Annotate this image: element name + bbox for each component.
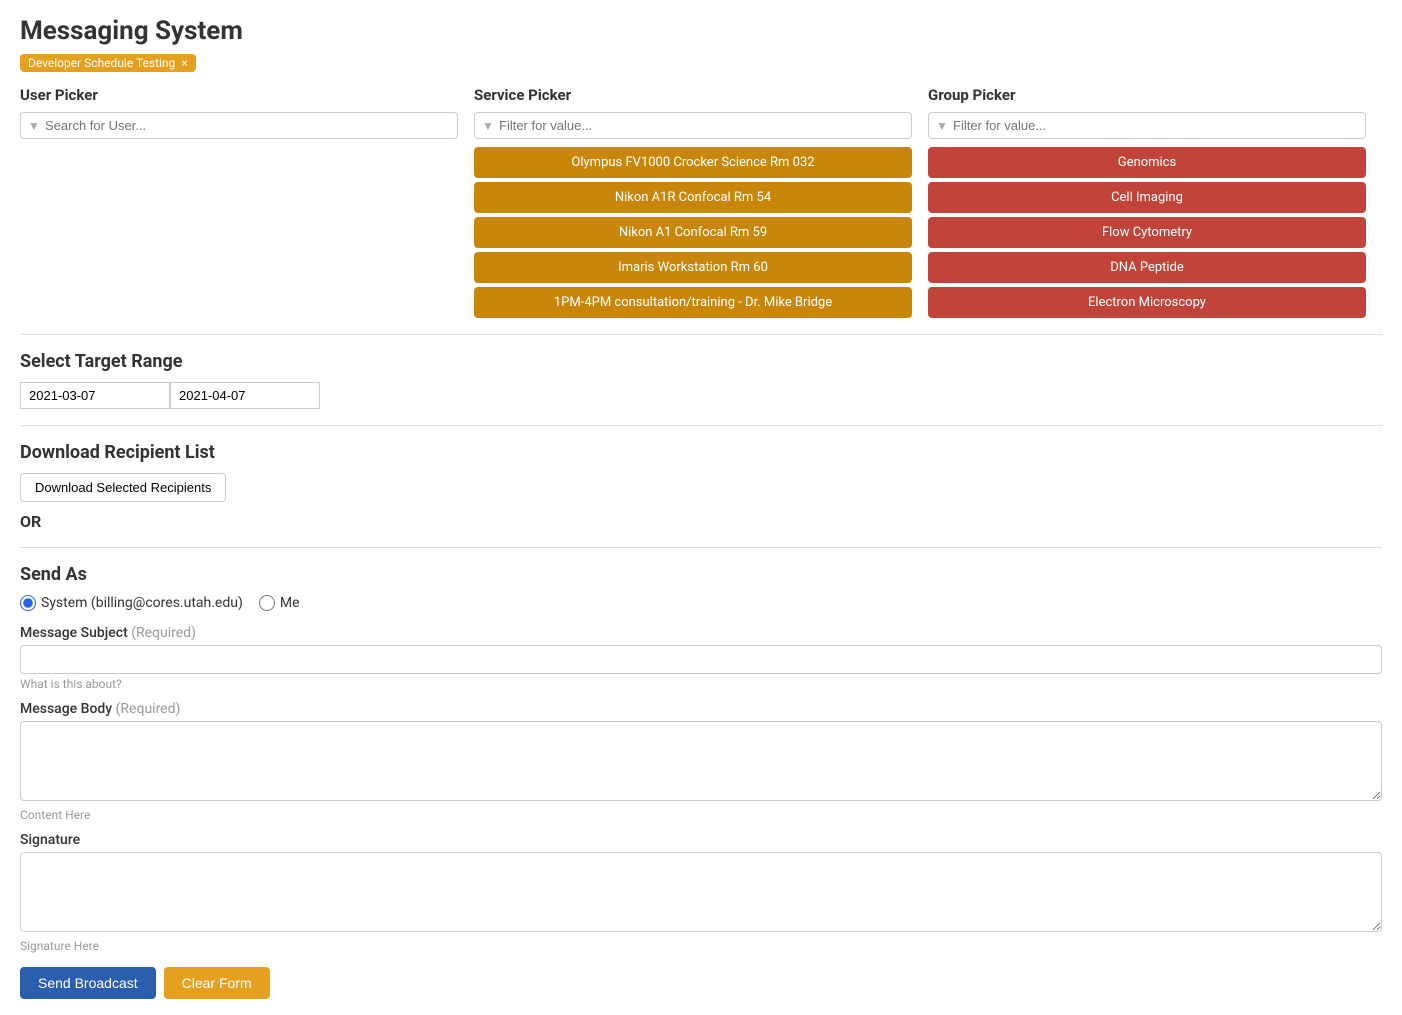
download-heading: Download Recipient List: [20, 442, 1382, 463]
message-body-required: (Required): [116, 701, 181, 717]
service-picker-heading: Service Picker: [474, 86, 912, 104]
signature-input[interactable]: [20, 852, 1382, 932]
send-as-me-radio[interactable]: [259, 595, 275, 611]
download-section: Download Recipient List Download Selecte…: [20, 442, 1382, 502]
actions-row: Send Broadcast Clear Form: [20, 967, 1382, 999]
send-as-system-radio[interactable]: [20, 595, 36, 611]
service-picker-list: Olympus FV1000 Crocker Science Rm 032 Nik…: [474, 147, 912, 318]
user-picker-col: User Picker ▼: [20, 86, 474, 318]
group-filter-icon: ▼: [936, 119, 948, 133]
group-picker-item[interactable]: Genomics: [928, 147, 1366, 178]
message-subject-required: (Required): [131, 625, 196, 641]
pickers-row: User Picker ▼ Service Picker ▼ Olympus F…: [20, 86, 1382, 318]
service-filter-icon: ▼: [482, 119, 494, 133]
service-picker-item[interactable]: Imaris Workstation Rm 60: [474, 252, 912, 283]
signature-section: Signature Signature Here: [20, 832, 1382, 953]
tag-label: Developer Schedule Testing: [28, 56, 175, 70]
message-body-hint: Content Here: [20, 808, 1382, 822]
service-picker-item[interactable]: 1PM-4PM consultation/training - Dr. Mike…: [474, 287, 912, 318]
send-as-me-label: Me: [280, 595, 300, 611]
service-filter-wrap: ▼: [474, 112, 912, 139]
divider-2: [20, 425, 1382, 426]
service-picker-item[interactable]: Nikon A1R Confocal Rm 54: [474, 182, 912, 213]
end-date-input[interactable]: [170, 382, 320, 409]
close-tag-icon[interactable]: ×: [181, 57, 187, 69]
user-filter-icon: ▼: [28, 119, 40, 133]
message-subject-hint: What is this about?: [20, 677, 1382, 691]
download-recipients-button[interactable]: Download Selected Recipients: [20, 473, 226, 502]
date-range-row: [20, 382, 1382, 409]
start-date-input[interactable]: [20, 382, 170, 409]
send-as-system-label: System (billing@cores.utah.edu): [41, 595, 243, 611]
message-body-section: Message Body (Required) Content Here: [20, 701, 1382, 822]
clear-form-button[interactable]: Clear Form: [164, 967, 270, 999]
page-title: Messaging System: [20, 16, 1382, 46]
signature-hint: Signature Here: [20, 939, 1382, 953]
group-picker-heading: Group Picker: [928, 86, 1366, 104]
user-search-wrap: ▼: [20, 112, 458, 139]
send-as-section: Send As System (billing@cores.utah.edu) …: [20, 564, 1382, 611]
or-label: OR: [20, 512, 1382, 531]
user-picker-heading: User Picker: [20, 86, 458, 104]
send-as-heading: Send As: [20, 564, 1382, 585]
service-picker-item[interactable]: Olympus FV1000 Crocker Science Rm 032: [474, 147, 912, 178]
signature-label: Signature: [20, 832, 1382, 848]
target-range-heading: Select Target Range: [20, 351, 1382, 372]
message-subject-input[interactable]: [20, 645, 1382, 674]
group-picker-item[interactable]: Flow Cytometry: [928, 217, 1366, 248]
message-body-label: Message Body (Required): [20, 701, 1382, 717]
group-picker-item[interactable]: Cell Imaging: [928, 182, 1366, 213]
send-as-row: System (billing@cores.utah.edu) Me: [20, 595, 1382, 611]
tag-badge: Developer Schedule Testing ×: [20, 54, 196, 72]
group-picker-list: Genomics Cell Imaging Flow Cytometry DNA Pe…: [928, 147, 1366, 318]
message-subject-label: Message Subject (Required): [20, 625, 1382, 641]
service-picker-item[interactable]: Nikon A1 Confocal Rm 59: [474, 217, 912, 248]
group-picker-item[interactable]: DNA Peptide: [928, 252, 1366, 283]
user-search-input[interactable]: [20, 112, 458, 139]
group-picker-item[interactable]: Electron Microscopy: [928, 287, 1366, 318]
service-filter-input[interactable]: [474, 112, 912, 139]
service-picker-col: Service Picker ▼ Olympus FV1000 Crocker …: [474, 86, 928, 318]
send-as-me-option[interactable]: Me: [259, 595, 300, 611]
divider-1: [20, 334, 1382, 335]
message-subject-section: Message Subject (Required) What is this …: [20, 625, 1382, 691]
send-as-system-option[interactable]: System (billing@cores.utah.edu): [20, 595, 243, 611]
group-picker-col: Group Picker ▼ Genomics Cell Imaging Flow …: [928, 86, 1382, 318]
target-range-section: Select Target Range: [20, 351, 1382, 409]
divider-3: [20, 547, 1382, 548]
message-body-input[interactable]: [20, 721, 1382, 801]
group-filter-wrap: ▼: [928, 112, 1366, 139]
send-broadcast-button[interactable]: Send Broadcast: [20, 967, 156, 999]
group-filter-input[interactable]: [928, 112, 1366, 139]
